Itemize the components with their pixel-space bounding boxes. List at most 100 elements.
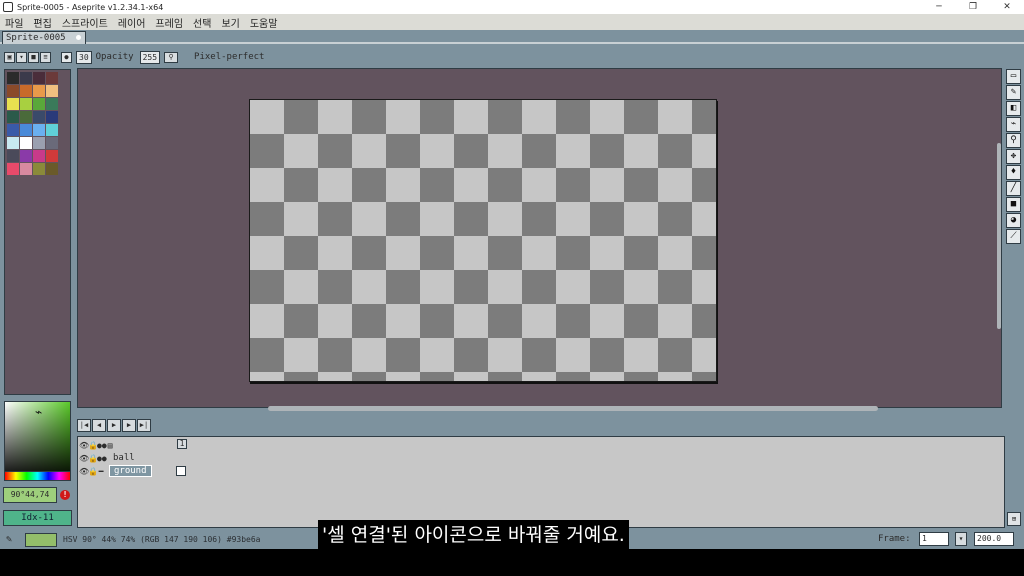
opacity-field[interactable]: 255 [139,50,161,64]
hue-slider[interactable] [5,471,70,480]
frame-field[interactable]: 1 [919,532,949,546]
menu-file[interactable]: 파일 [5,15,23,30]
next-frame-button[interactable]: ▶ [122,419,136,432]
palette-swatch[interactable] [7,85,19,97]
link-icon[interactable]: ●● [97,441,107,450]
palette-swatch[interactable] [33,137,45,149]
menu-help[interactable]: 도움말 [250,15,278,30]
tab-sprite[interactable]: Sprite-0005 [2,31,86,44]
palette-swatch[interactable] [33,111,45,123]
layer-row-header[interactable]: 👁 🔒 ●● ▤ [78,439,193,451]
palette-swatch[interactable] [20,124,32,136]
pencil-tool[interactable]: ✎ [1006,85,1021,100]
palette-swatch[interactable] [33,72,45,84]
palette-swatch[interactable] [46,124,58,136]
palette-swatch[interactable] [7,124,19,136]
timeline-options-button[interactable]: ⊞ [1007,512,1021,526]
palette-swatch[interactable] [20,85,32,97]
brush-type-icon[interactable]: ● [61,51,72,63]
minimize-button[interactable]: ─ [922,2,956,12]
tab-close-icon[interactable] [76,35,81,40]
prev-frame-button[interactable]: ◀ [92,419,106,432]
palette-swatch[interactable] [46,111,58,123]
down-icon[interactable]: ▾ [16,51,27,63]
move-tool[interactable]: ✥ [1006,149,1021,164]
lock-icon[interactable]: 🔒 [88,441,98,450]
palette-swatch[interactable] [7,137,19,149]
tab-label: Sprite-0005 [6,33,66,43]
palette-swatch[interactable] [20,111,32,123]
eye-icon[interactable]: 👁 [79,454,89,463]
palette-swatch[interactable] [20,137,32,149]
stop-icon[interactable]: ■ [28,51,39,63]
lock-icon[interactable]: 🔒 [88,467,98,476]
palette-swatch[interactable] [7,150,19,162]
menu-edit[interactable]: 편집 [33,15,51,30]
fill-tool[interactable]: ♦ [1006,165,1021,180]
tab-bar: Sprite-0005 [0,30,1024,44]
eye-icon[interactable]: 👁 [79,467,89,476]
last-frame-button[interactable]: ▶| [137,419,151,432]
palette-swatch[interactable] [20,150,32,162]
menu-icon[interactable]: ≡ [40,51,51,63]
palette-swatch[interactable] [46,85,58,97]
palette-swatch[interactable] [33,124,45,136]
frame-step-button[interactable]: ▾ [955,532,967,546]
continuous-icon[interactable]: ━ [97,467,105,476]
contour-tool[interactable]: ◕ [1006,213,1021,228]
palette-swatch[interactable] [20,163,32,175]
color-index-field[interactable]: Idx-11 [3,510,72,526]
palette-panel [4,69,71,395]
menu-sprite[interactable]: 스프라이트 [62,15,108,30]
palette-swatch[interactable] [33,98,45,110]
line-tool[interactable]: ╱ [1006,181,1021,196]
menu-frame[interactable]: 프레임 [155,15,183,30]
palette-swatch[interactable] [7,72,19,84]
blur-tool[interactable]: ⟋ [1006,229,1021,244]
magnify-icon[interactable]: ⚲ [164,51,179,63]
palette-swatch[interactable] [33,163,45,175]
aseprite-workspace: Sprite-0005 ▣ ▾ ■ ≡ ● 30 Opacity 255 ⚲ P… [0,30,1024,549]
palette-swatch[interactable] [46,150,58,162]
layer-row-ball[interactable]: 👁 🔒 ●● ball [78,452,193,464]
pixel-perfect-label[interactable]: Pixel-perfect [194,52,264,62]
palette-swatch[interactable] [7,111,19,123]
eraser-tool[interactable]: ◧ [1006,101,1021,116]
canvas-editor[interactable] [77,68,1002,411]
eye-icon[interactable]: 👁 [79,441,89,450]
menu-layer[interactable]: 레이어 [118,15,146,30]
palette-swatch[interactable] [46,72,58,84]
palette-swatch[interactable] [20,98,32,110]
warning-icon[interactable]: ! [60,490,70,500]
menu-view[interactable]: 보기 [221,15,239,30]
palette-swatch[interactable] [7,98,19,110]
palette-swatch[interactable] [46,137,58,149]
rectangle-tool[interactable]: ■ [1006,197,1021,212]
zoom-tool[interactable]: ⚲ [1006,133,1021,148]
sprite-canvas[interactable] [249,99,717,382]
palette-swatch[interactable] [46,163,58,175]
color-value-field[interactable]: 90°44,74 [3,487,57,503]
eyedropper-tool[interactable]: ⌁ [1006,117,1021,132]
cel-ground-frame-1[interactable] [176,466,186,476]
palette-swatch[interactable] [7,163,19,175]
color-picker[interactable]: ⌁ [4,401,71,481]
zoom-field[interactable]: 200.0 [974,532,1014,546]
marquee-tool[interactable]: ▭ [1006,69,1021,84]
maximize-button[interactable]: ❐ [956,2,990,12]
menu-select[interactable]: 선택 [193,15,211,30]
close-button[interactable]: ✕ [990,2,1024,12]
palette-swatch[interactable] [33,150,45,162]
timeline-panel: 1 👁 🔒 ●● ▤ 👁 🔒 ●● ball 👁 🔒 ━ ground [77,436,1005,528]
horizontal-scrollbar[interactable] [268,406,878,411]
first-frame-button[interactable]: |◀ [77,419,91,432]
palette-swatch[interactable] [33,85,45,97]
play-button[interactable]: ▶ [107,419,121,432]
continuous-icon[interactable]: ●● [97,454,107,463]
palette-swatch[interactable] [46,98,58,110]
palette-swatch[interactable] [20,72,32,84]
lock-icon[interactable]: 🔒 [88,454,98,463]
vertical-scrollbar[interactable] [997,143,1001,329]
lock-icon[interactable]: ▣ [4,51,15,63]
brush-size-field[interactable]: 30 [76,50,92,64]
